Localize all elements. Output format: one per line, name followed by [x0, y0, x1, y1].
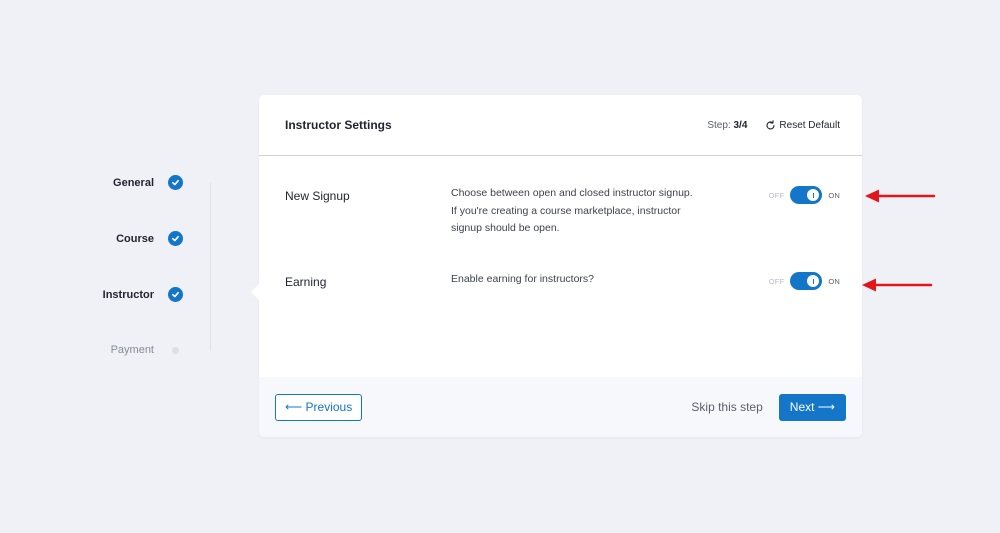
toggle-on-label: ON [828, 190, 840, 200]
step-counter: Step: 3/4 [707, 120, 747, 131]
step-value: 3/4 [733, 119, 748, 131]
annotation-arrow-icon [862, 278, 933, 292]
step-label: General [113, 176, 154, 189]
card-pointer [251, 283, 260, 301]
reset-default-button[interactable]: Reset Default [765, 120, 840, 131]
setting-name: Earning [285, 275, 327, 289]
stepper-line [210, 183, 211, 351]
check-icon [168, 231, 183, 246]
settings-card: Instructor Settings Step: 3/4 Reset Defa… [251, 95, 862, 437]
footer-actions: Skip this step Next ⟶ [691, 393, 846, 421]
step-course[interactable]: Course [116, 231, 183, 246]
step-payment[interactable]: Payment [111, 344, 183, 356]
wizard-stepper: General Course Instructor Payment [0, 0, 240, 533]
toggle-knob [807, 275, 820, 287]
toggle-off-label: OFF [768, 190, 785, 200]
toggle-knob [807, 189, 820, 201]
step-prefix: Step: [707, 119, 734, 131]
step-label: Payment [110, 344, 154, 356]
skip-step-link[interactable]: Skip this step [691, 400, 762, 414]
step-instructor[interactable]: Instructor [103, 287, 183, 302]
step-label: Instructor [102, 288, 154, 301]
setting-description: Enable earning for instructors? [451, 273, 594, 285]
new-signup-toggle-group: OFF ON [769, 186, 840, 204]
setting-description: Choose between open and closed instructo… [451, 187, 693, 234]
pending-dot-icon [170, 344, 181, 356]
step-label: Course [116, 232, 154, 245]
refresh-icon [766, 119, 775, 129]
toggle-off-label: OFF [768, 276, 785, 286]
header-actions: Step: 3/4 Reset Default [707, 120, 840, 131]
card-header: Instructor Settings Step: 3/4 Reset Defa… [259, 95, 862, 156]
setting-name: New Signup [285, 189, 350, 203]
new-signup-toggle[interactable] [790, 186, 823, 204]
card-footer: ⟵ Previous Skip this step Next ⟶ [259, 377, 862, 437]
reset-label: Reset Default [779, 119, 840, 131]
earning-toggle[interactable] [790, 272, 823, 290]
next-button[interactable]: Next ⟶ [778, 393, 846, 421]
toggle-on-label: ON [828, 276, 840, 286]
check-icon [168, 175, 183, 190]
card-title: Instructor Settings [285, 118, 392, 132]
step-general[interactable]: General [113, 175, 183, 190]
previous-button[interactable]: ⟵ Previous [275, 393, 363, 421]
setup-wizard-page: General Course Instructor Payment Instru… [0, 0, 1000, 533]
annotation-arrow-icon [865, 189, 936, 203]
earning-toggle-group: OFF ON [769, 272, 840, 290]
check-icon [168, 287, 183, 302]
